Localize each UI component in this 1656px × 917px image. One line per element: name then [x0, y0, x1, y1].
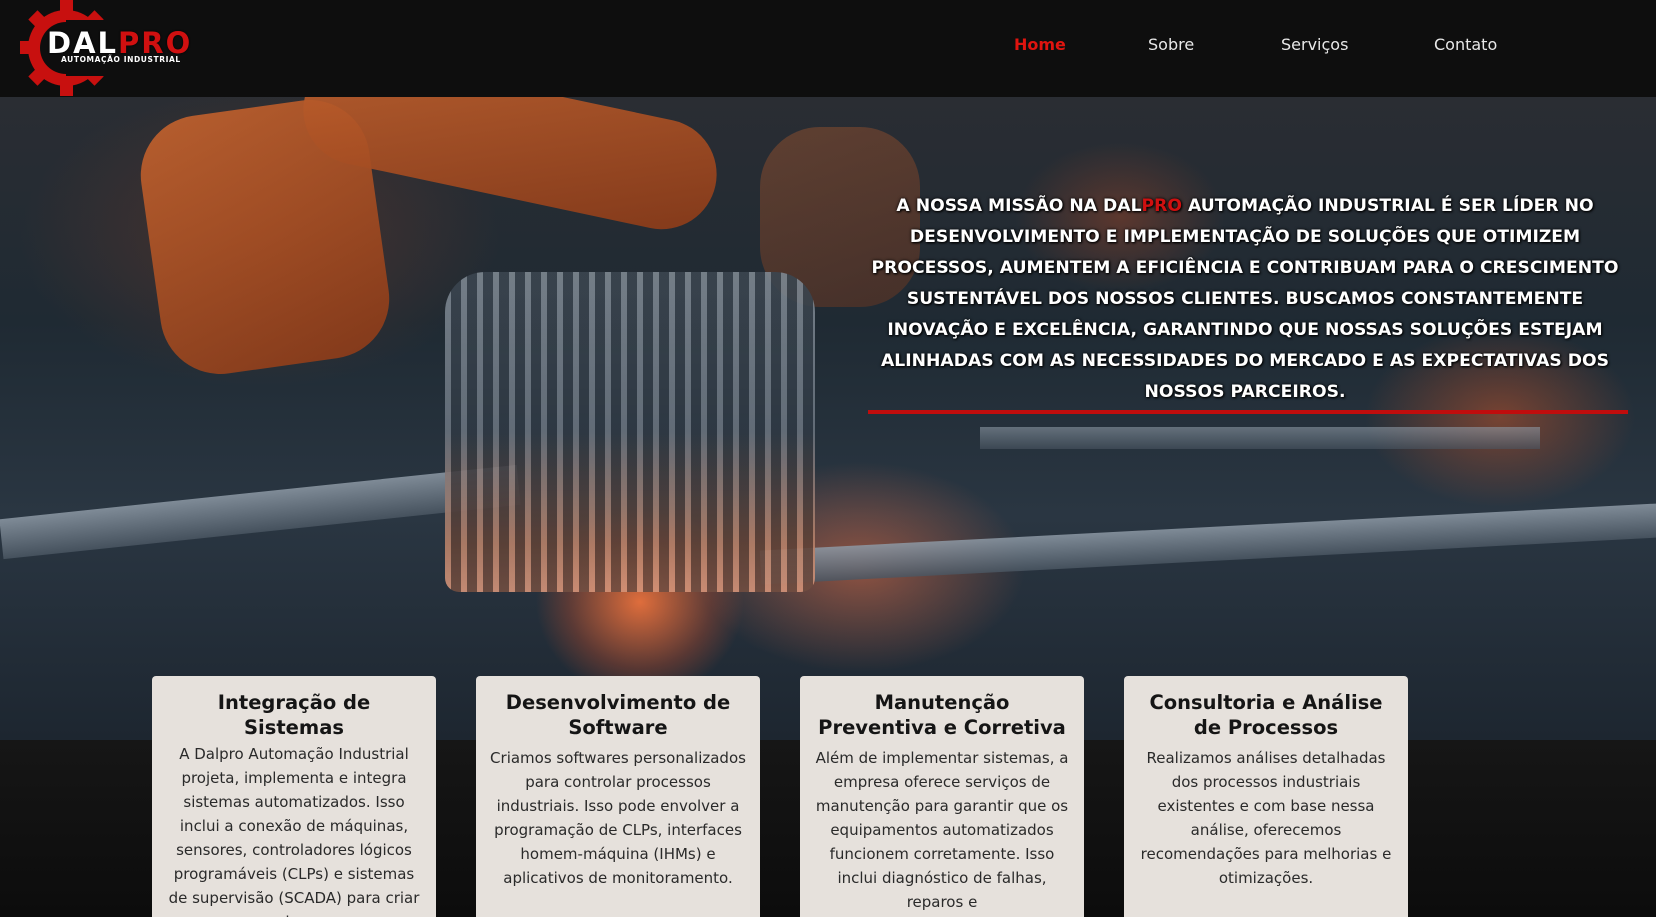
- nav-home[interactable]: Home: [1014, 35, 1066, 54]
- mission-statement: A NOSSA MISSÃO NA DALPRO AUTOMAÇÃO INDUS…: [871, 196, 1619, 402]
- conveyor-rail-image: [759, 503, 1656, 585]
- service-card-manutencao: Manutenção Preventiva e Corretiva Além d…: [800, 676, 1084, 917]
- service-card-software: Desenvolvimento de Software Criamos soft…: [476, 676, 760, 917]
- service-description: A Dalpro Automação Industrial projeta, i…: [168, 745, 420, 917]
- nav-servicos[interactable]: Serviços: [1281, 35, 1348, 54]
- nav-contato[interactable]: Contato: [1434, 35, 1497, 54]
- site-header: DALPRO AUTOMAÇÃO INDUSTRIAL Home Sobre S…: [0, 0, 1656, 97]
- service-card-consultoria: Consultoria e Análise de Processos Reali…: [1124, 676, 1408, 917]
- service-card-integracao: Integração de Sistemas A Dalpro Automaçã…: [152, 676, 436, 917]
- mission-underline: [868, 410, 1628, 414]
- service-title: Consultoria e Análise de Processos: [1149, 691, 1383, 739]
- service-description: Realizamos análises detalhadas dos proce…: [1140, 749, 1392, 887]
- conveyor-rail-image: [980, 427, 1540, 449]
- hero-section: A NOSSA MISSÃO NA DALPRO AUTOMAÇÃO INDUS…: [0, 97, 1656, 740]
- page: DALPRO AUTOMAÇÃO INDUSTRIAL Home Sobre S…: [0, 0, 1656, 917]
- service-title: Integração de Sistemas: [217, 691, 371, 739]
- conveyor-rail-image: [0, 464, 521, 560]
- nav-sobre[interactable]: Sobre: [1148, 35, 1194, 54]
- robot-gripper-image: [445, 272, 815, 592]
- service-description: Além de implementar sistemas, a empresa …: [815, 749, 1069, 911]
- service-title: Manutenção Preventiva e Corretiva: [818, 691, 1066, 739]
- main-nav: Home Sobre Serviços Contato: [0, 35, 1656, 59]
- service-title: Desenvolvimento de Software: [505, 691, 731, 739]
- service-description: Criamos softwares personalizados para co…: [490, 749, 746, 887]
